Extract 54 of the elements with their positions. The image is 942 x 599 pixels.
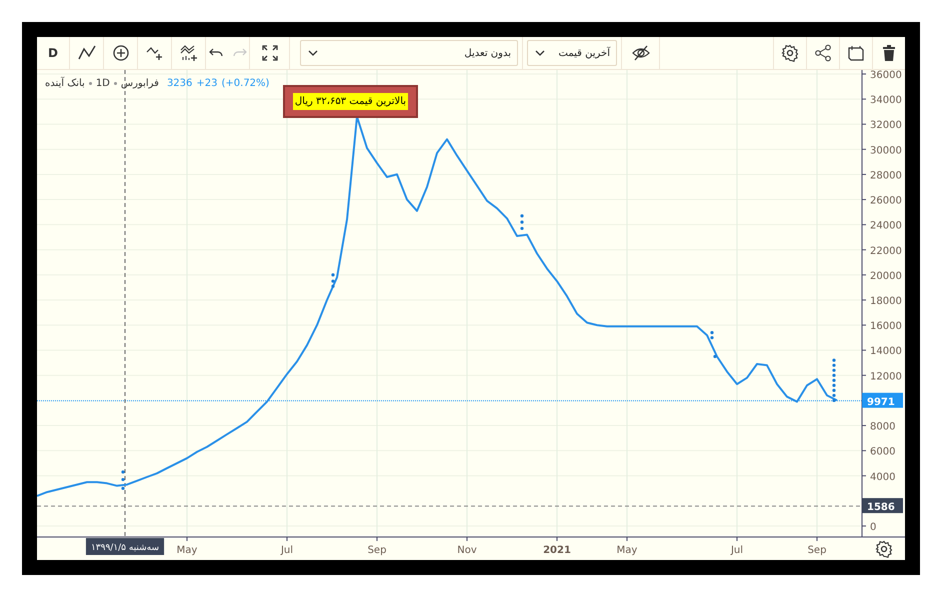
fullscreen-icon [260, 44, 278, 62]
event-dots-drawing [121, 470, 125, 490]
price-value: 3236 [166, 77, 192, 91]
y-tick-label: 22000 [870, 246, 902, 257]
symbol-name: بانک آینده [45, 76, 85, 91]
y-tick-label: 30000 [870, 145, 902, 156]
y-tick-label: 0 [870, 522, 876, 533]
y-tick-label: 14000 [870, 346, 902, 358]
x-tick-label: Sep [368, 545, 386, 556]
reference-label: 1586 [862, 498, 903, 514]
callout-text: بالاترین قیمت ۳۲،۶۵۳ ریال [292, 93, 408, 110]
frame-icon [847, 44, 865, 62]
x-tick-label: Nov [457, 545, 477, 556]
y-tick-label: 20000 [870, 270, 902, 282]
x-tick-label: May [616, 545, 638, 556]
y-tick-label: 4000 [870, 472, 896, 483]
y-tick-label: 32000 [870, 120, 902, 132]
y-tick-label: 8000 [870, 422, 896, 433]
y-tick-label: 6000 [870, 446, 896, 458]
price-label: 9971 [862, 392, 903, 408]
y-tick-label: 34000 [870, 95, 902, 106]
event-dots-drawing [710, 331, 714, 340]
change-percent: (+0.72%) [222, 77, 270, 91]
y-tick-label: 26000 [870, 196, 902, 207]
y-tick-label: 16000 [870, 321, 902, 332]
y-tick-label: 28000 [870, 170, 902, 182]
x-tick-label: 2021 [543, 545, 571, 556]
x-tick-label: May [176, 545, 198, 556]
change-value: +23 [196, 77, 218, 91]
y-tick-label: 18000 [870, 296, 902, 307]
trash-icon [880, 44, 898, 62]
settings-icon[interactable] [876, 540, 892, 558]
event-dots-drawing [713, 354, 717, 358]
exchange-name: فرابورس [120, 77, 159, 91]
x-tick-label: Sep [808, 545, 826, 556]
y-tick-label: 24000 [870, 220, 902, 232]
x-tick-label: Jul [730, 545, 744, 556]
y-tick-label: 36000 [870, 70, 902, 81]
y-tick-label: 12000 [870, 371, 902, 382]
x-tick-label: Jul [280, 545, 294, 556]
line-icon [78, 44, 96, 62]
crosshair-date-label: سه‌شنبه ۱۳۹۹/۱/۵ [86, 538, 164, 555]
interval-button[interactable]: D [37, 37, 70, 69]
indicators-icon [180, 44, 198, 62]
event-dots-drawing [832, 358, 836, 402]
eye-slash-icon [632, 44, 650, 62]
add-icon [112, 44, 130, 62]
event-dots-drawing [331, 273, 335, 288]
settings-icon [781, 44, 799, 62]
interval-label: 1D [96, 77, 110, 91]
event-dots-drawing [520, 214, 524, 230]
dropdown[interactable]: آخرین قیمت [527, 40, 617, 66]
share-icon [814, 44, 832, 62]
dropdown[interactable]: بدون تعدیل [300, 40, 518, 66]
